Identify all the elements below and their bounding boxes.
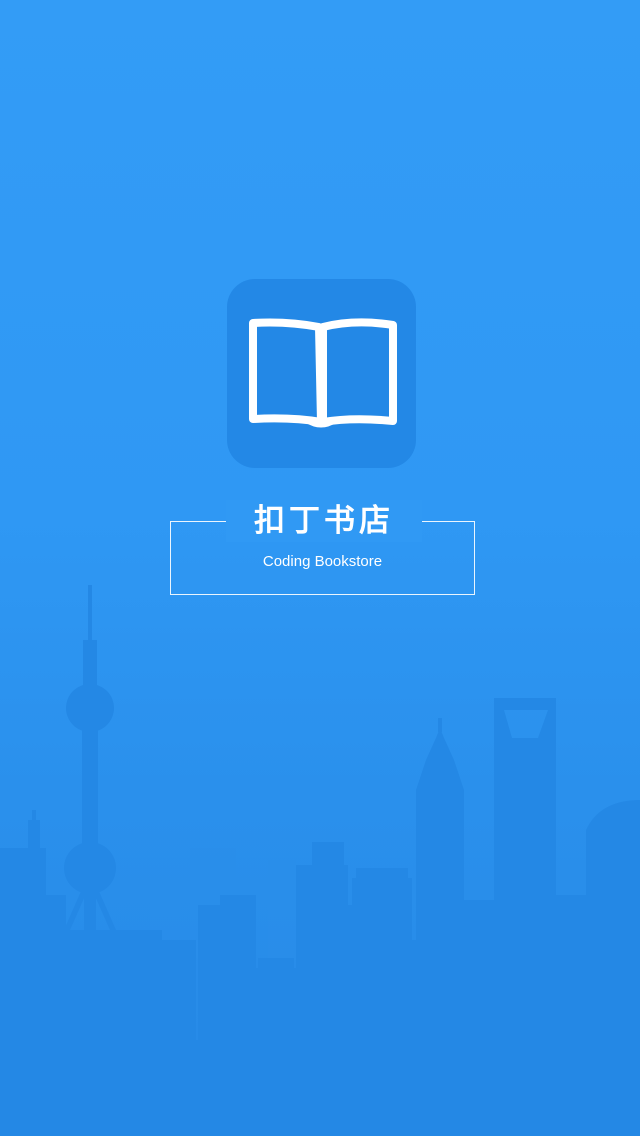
app-subtitle: Coding Bookstore [262, 553, 383, 570]
app-title: 扣丁书店 [254, 503, 394, 539]
splash-screen: 扣丁书店 Coding Bookstore [0, 0, 640, 1136]
app-icon [227, 279, 416, 468]
app-title-wrap: 扣丁书店 [226, 500, 422, 542]
open-book-icon [249, 318, 397, 428]
